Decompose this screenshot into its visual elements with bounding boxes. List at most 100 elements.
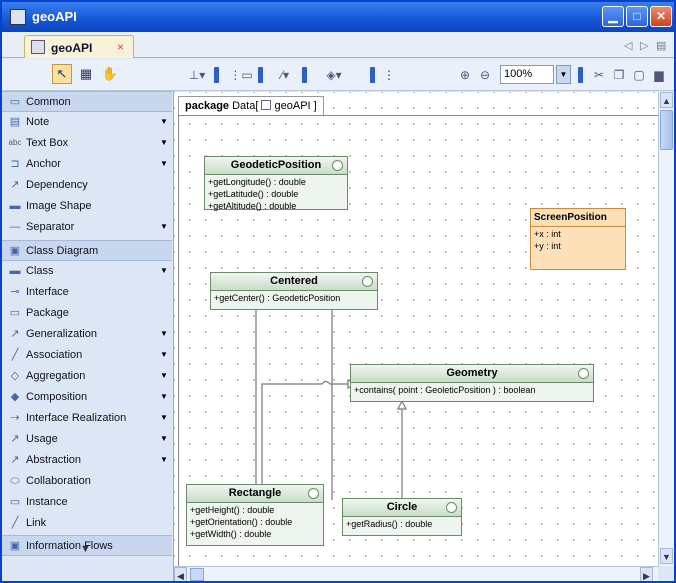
- class-diagram-icon: ▣: [9, 245, 21, 257]
- line-style-icon[interactable]: ⁄▾: [272, 66, 298, 84]
- collaboration-icon: ⬭: [10, 475, 20, 487]
- distribute-icon[interactable]: ⋮▭: [228, 66, 254, 84]
- note-icon: ▤: [9, 116, 21, 128]
- abstraction-icon: ↗: [10, 454, 20, 466]
- scroll-left-icon[interactable]: ◀: [174, 567, 187, 581]
- vertical-scrollbar[interactable]: ▲ ▼: [658, 92, 674, 566]
- palette-item-generalization[interactable]: ↗ Generalization ▼: [2, 324, 172, 345]
- palette-item-dependency[interactable]: ↗ Dependency: [2, 175, 172, 196]
- horizontal-scrollbar[interactable]: ◀ ▶: [174, 566, 658, 581]
- generalization-arrowhead: [397, 399, 407, 410]
- tab-geoapi[interactable]: geoAPI ×: [24, 35, 134, 58]
- maximize-icon: □: [633, 9, 641, 23]
- palette-item-text-box[interactable]: abc Text Box ▼: [2, 133, 172, 154]
- palette-item-association[interactable]: ╱ Association ▼: [2, 345, 172, 366]
- palette-item-label: Abstraction: [26, 454, 82, 466]
- palette-item-anchor[interactable]: ⊐ Anchor ▼: [2, 154, 172, 175]
- dropdown-arrow-icon[interactable]: ▼: [160, 222, 168, 231]
- palette-item-label: Common: [26, 96, 71, 108]
- dropdown-arrow-icon[interactable]: ▼: [160, 117, 168, 126]
- palette-item-note[interactable]: ▤ Note ▼: [2, 112, 172, 133]
- class-name: GeodeticPosition: [205, 157, 347, 175]
- palette-item-instance[interactable]: ▭ Instance: [2, 492, 172, 513]
- folder-icon: ▭: [9, 96, 21, 108]
- palette-item-link[interactable]: ╱ Link: [2, 513, 172, 534]
- close-button[interactable]: ✕: [650, 6, 672, 27]
- palette-more-icon[interactable]: ▼: [80, 543, 91, 555]
- cut-icon[interactable]: ✂: [590, 66, 608, 84]
- palette-item-label: Information Flows: [26, 540, 113, 552]
- scroll-down-icon[interactable]: ▼: [660, 548, 673, 564]
- scroll-thumb[interactable]: [660, 110, 673, 150]
- chevron-down-icon[interactable]: ▼: [556, 65, 571, 84]
- class-rectangle[interactable]: Rectangle +getHeight() : double +getOrie…: [186, 484, 324, 546]
- scroll-up-icon[interactable]: ▲: [660, 92, 673, 108]
- scroll-thumb[interactable]: [190, 568, 204, 581]
- app-icon: [10, 9, 26, 25]
- palette-item-collaboration[interactable]: ⬭ Collaboration: [2, 471, 172, 492]
- title-bar[interactable]: geoAPI ▁ □ ✕: [2, 2, 674, 32]
- tab-close-icon[interactable]: ×: [117, 40, 124, 54]
- copy-icon[interactable]: ❐: [610, 66, 628, 84]
- class-geodeticposition[interactable]: GeodeticPosition +getLongitude() : doubl…: [204, 156, 348, 211]
- tab-scroll-left-icon[interactable]: ◁: [624, 39, 632, 52]
- diagram-canvas[interactable]: package Data[ geoAPI ] GeodeticPosition: [174, 92, 658, 566]
- zoom-in-icon[interactable]: ⊕: [456, 66, 474, 84]
- member: +getCenter() : GeodeticPosition: [214, 293, 341, 303]
- align-icon[interactable]: ⊥▾: [184, 66, 210, 84]
- tab-label: geoAPI: [51, 41, 93, 55]
- anchor-icon: ⊐: [10, 158, 20, 170]
- toolbar-grip-icon: ⋮: [383, 68, 395, 82]
- dropdown-arrow-icon[interactable]: ▼: [160, 413, 168, 422]
- marquee-select-icon[interactable]: ▦: [76, 64, 96, 84]
- zoom-out-icon[interactable]: ⊖: [476, 66, 494, 84]
- class-geometry[interactable]: Geometry +contains( point : GeoleticPosi…: [350, 364, 594, 402]
- dropdown-arrow-icon[interactable]: ▼: [160, 350, 168, 359]
- pointer-icon[interactable]: ↖: [52, 64, 72, 84]
- member: +getWidth() : double: [190, 529, 272, 539]
- dropdown-arrow-icon[interactable]: ▼: [160, 329, 168, 338]
- zoom-select[interactable]: 100%: [500, 65, 554, 84]
- dropdown-arrow-icon[interactable]: ▼: [160, 434, 168, 443]
- palette-item-abstraction[interactable]: ↗ Abstraction ▼: [2, 450, 172, 471]
- package-keyword: package: [185, 100, 230, 112]
- palette-item-class[interactable]: ▬ Class ▼: [2, 261, 172, 282]
- class-circle[interactable]: Circle +getRadius() : double: [342, 498, 462, 536]
- scroll-right-icon[interactable]: ▶: [640, 567, 653, 581]
- tab-list-icon[interactable]: ▤: [656, 39, 666, 52]
- dropdown-arrow-icon[interactable]: ▼: [160, 266, 168, 275]
- delete-icon[interactable]: ▆: [650, 66, 668, 84]
- class-screenposition[interactable]: ScreenPosition +x : int +y : int: [530, 208, 626, 270]
- tab-scroll-right-icon[interactable]: ▷: [640, 39, 648, 52]
- minimize-button[interactable]: ▁: [602, 6, 624, 27]
- palette-item-common[interactable]: ▭ Common: [2, 91, 172, 112]
- palette-item-image-shape[interactable]: ▬ Image Shape: [2, 196, 172, 217]
- palette-item-package[interactable]: ▭ Package: [2, 303, 172, 324]
- palette-item-interface[interactable]: ⊸ Interface: [2, 282, 172, 303]
- paste-icon[interactable]: ▢: [630, 66, 648, 84]
- pan-icon[interactable]: ✋: [100, 64, 120, 84]
- dropdown-arrow-icon[interactable]: ▼: [160, 138, 168, 147]
- palette-item-label: Note: [26, 116, 50, 128]
- class-centered[interactable]: Centered +getCenter() : GeodeticPosition: [210, 272, 378, 310]
- diagram-icon: [261, 100, 272, 110]
- palette-item-class-diagram[interactable]: ▣ Class Diagram: [2, 240, 172, 261]
- palette-item-composition[interactable]: ◆ Composition ▼: [2, 387, 172, 408]
- composition-icon: ◆: [10, 391, 20, 403]
- app-window: geoAPI ▁ □ ✕ geoAPI × ◁ ▷ ▤ ↖ ▦ ✋ ▭ Commo…: [0, 0, 676, 583]
- dropdown-arrow-icon[interactable]: ▼: [160, 371, 168, 380]
- palette-item-aggregation[interactable]: ◇ Aggregation ▼: [2, 366, 172, 387]
- association-icon: ╱: [11, 349, 19, 361]
- class-name: Geometry: [351, 365, 593, 383]
- dropdown-arrow-icon[interactable]: ▼: [160, 392, 168, 401]
- palette-item-interface-realization[interactable]: ⇢ Interface Realization ▼: [2, 408, 172, 429]
- fill-icon[interactable]: ◈▾: [318, 66, 350, 84]
- dropdown-arrow-icon[interactable]: ▼: [160, 455, 168, 464]
- palette-item-usage[interactable]: ↗ Usage ▼: [2, 429, 172, 450]
- generalization-icon: ↗: [10, 328, 20, 340]
- dropdown-arrow-icon[interactable]: ▼: [160, 159, 168, 168]
- palette-item-label: Instance: [26, 496, 68, 508]
- palette-item-separator[interactable]: — Separator ▼: [2, 217, 172, 238]
- maximize-button[interactable]: □: [626, 6, 648, 27]
- class-stereotype-icon: [446, 502, 457, 513]
